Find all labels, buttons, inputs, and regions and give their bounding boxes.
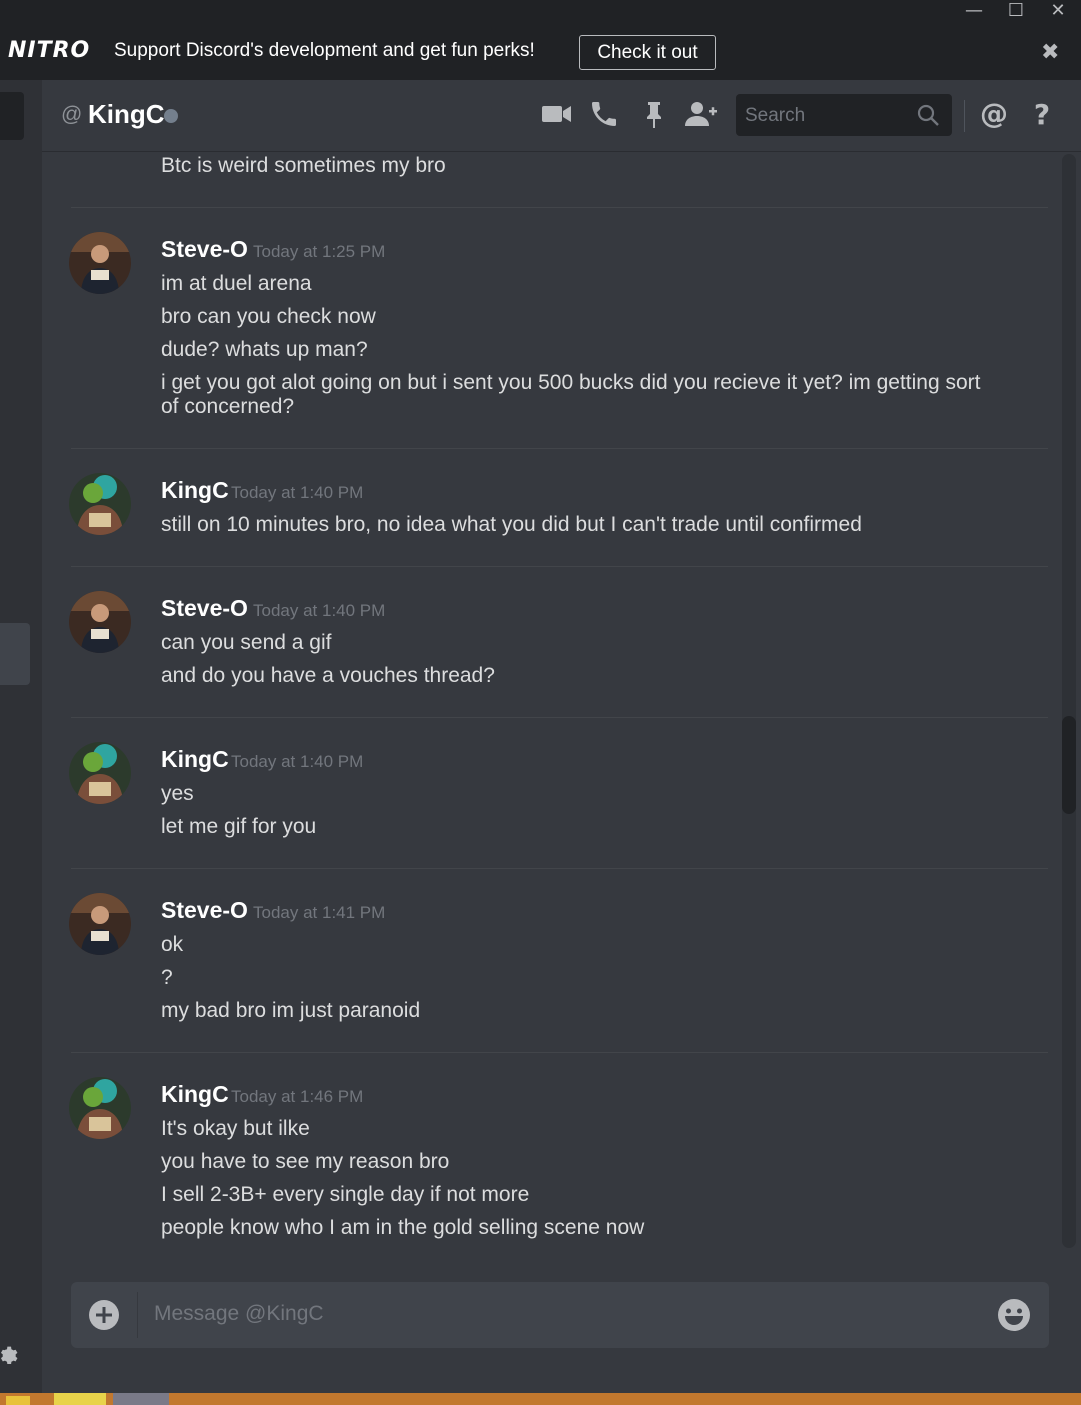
message-text: im at duel arena xyxy=(161,272,312,295)
taskbar-app-icon[interactable] xyxy=(54,1393,106,1405)
message-text: I sell 2-3B+ every single day if not mor… xyxy=(161,1183,530,1206)
dm-recipient-name: KingC xyxy=(88,99,165,129)
composer-divider xyxy=(137,1292,138,1338)
header-divider xyxy=(964,100,965,132)
mention-icon[interactable]: @ xyxy=(978,97,1012,132)
sidebar-item[interactable] xyxy=(0,92,24,140)
status-indicator xyxy=(164,109,178,123)
taskbar-app-icon[interactable] xyxy=(6,1396,30,1405)
nitro-logo: NITRO xyxy=(8,38,91,63)
phone-icon[interactable] xyxy=(588,98,622,132)
close-window-button[interactable]: ✕ xyxy=(1038,0,1078,24)
video-camera-icon[interactable] xyxy=(540,98,574,132)
message-composer[interactable]: Message @KingC xyxy=(71,1282,1049,1348)
search-icon[interactable] xyxy=(916,103,940,127)
avatar[interactable] xyxy=(69,232,131,294)
taskbar-app-icon[interactable] xyxy=(113,1393,169,1405)
message-text: still on 10 minutes bro, no idea what yo… xyxy=(161,513,862,536)
avatar[interactable] xyxy=(69,1077,131,1139)
window-title-bar: — ☐ ✕ xyxy=(0,0,1081,26)
message-timestamp: Today at 1:40 PM xyxy=(253,601,386,620)
svg-text:?: ? xyxy=(1034,98,1050,130)
minimize-button[interactable]: — xyxy=(954,0,994,24)
avatar[interactable] xyxy=(69,893,131,955)
emoji-icon[interactable] xyxy=(997,1298,1031,1332)
nitro-banner-text: Support Discord's development and get fu… xyxy=(114,40,535,61)
add-friend-icon[interactable] xyxy=(684,98,718,132)
scrollbar-track[interactable] xyxy=(1062,154,1076,1248)
message-divider xyxy=(71,868,1048,869)
message-text: bro can you check now xyxy=(161,305,376,328)
message-text: can you send a gif xyxy=(161,631,332,654)
search-placeholder: Search xyxy=(745,105,806,126)
gear-icon[interactable] xyxy=(0,1342,18,1369)
avatar[interactable] xyxy=(69,742,131,804)
banner-close-icon[interactable]: ✖ xyxy=(1041,40,1059,65)
avatar[interactable] xyxy=(69,473,131,535)
search-input[interactable]: Search xyxy=(736,94,952,136)
message-author[interactable]: KingC xyxy=(161,746,229,773)
message-author[interactable]: KingC xyxy=(161,477,229,504)
message-text: let me gif for you xyxy=(161,815,317,838)
maximize-button[interactable]: ☐ xyxy=(996,0,1036,24)
message-input[interactable]: Message @KingC xyxy=(154,1302,324,1326)
message-timestamp: Today at 1:41 PM xyxy=(253,903,386,922)
sidebar-item-selected[interactable] xyxy=(0,623,30,685)
upload-plus-icon[interactable] xyxy=(89,1300,119,1330)
message-author[interactable]: Steve-O xyxy=(161,897,248,924)
message-divider xyxy=(71,717,1048,718)
message-divider xyxy=(71,566,1048,567)
message-text: and do you have a vouches thread? xyxy=(161,664,495,687)
message-text: i get you got alot going on but i sent y… xyxy=(161,371,981,418)
message-text: dude? whats up man? xyxy=(161,338,368,361)
avatar[interactable] xyxy=(69,591,131,653)
message-timestamp: Today at 1:40 PM xyxy=(231,483,364,502)
message-text: my bad bro im just paranoid xyxy=(161,999,421,1022)
message-text: ? xyxy=(161,966,173,989)
message-timestamp: Today at 1:46 PM xyxy=(231,1087,364,1106)
message-text: yes xyxy=(161,782,194,805)
scrollbar-thumb[interactable] xyxy=(1062,716,1076,814)
pin-icon[interactable] xyxy=(638,98,672,132)
message-list: Btc is weird sometimes my bro Steve-O To… xyxy=(42,152,1081,1252)
message-author[interactable]: KingC xyxy=(161,1081,229,1108)
message-text: Btc is weird sometimes my bro xyxy=(161,154,446,177)
message-text: people know who I am in the gold selling… xyxy=(161,1216,645,1239)
message-timestamp: Today at 1:40 PM xyxy=(231,752,364,771)
message-divider xyxy=(71,1052,1048,1053)
dm-header: @ KingC Search @ ? xyxy=(42,80,1081,152)
message-author[interactable]: Steve-O xyxy=(161,595,248,622)
check-it-out-button[interactable]: Check it out xyxy=(579,35,716,70)
message-text: It's okay but ilke xyxy=(161,1117,310,1140)
nitro-banner: NITRO Support Discord's development and … xyxy=(0,26,1081,80)
message-text: ok xyxy=(161,933,184,956)
message-divider xyxy=(71,207,1048,208)
message-timestamp: Today at 1:25 PM xyxy=(253,242,386,261)
message-author[interactable]: Steve-O xyxy=(161,236,248,263)
at-symbol: @ xyxy=(61,103,83,126)
svg-text:@: @ xyxy=(980,98,1008,130)
message-text: you have to see my reason bro xyxy=(161,1150,450,1173)
channel-sidebar-edge xyxy=(0,80,42,1393)
help-icon[interactable]: ? xyxy=(1026,98,1060,132)
discord-window: { "window": { "minimize": "—", "maximize… xyxy=(0,0,1081,1405)
message-divider xyxy=(71,448,1048,449)
